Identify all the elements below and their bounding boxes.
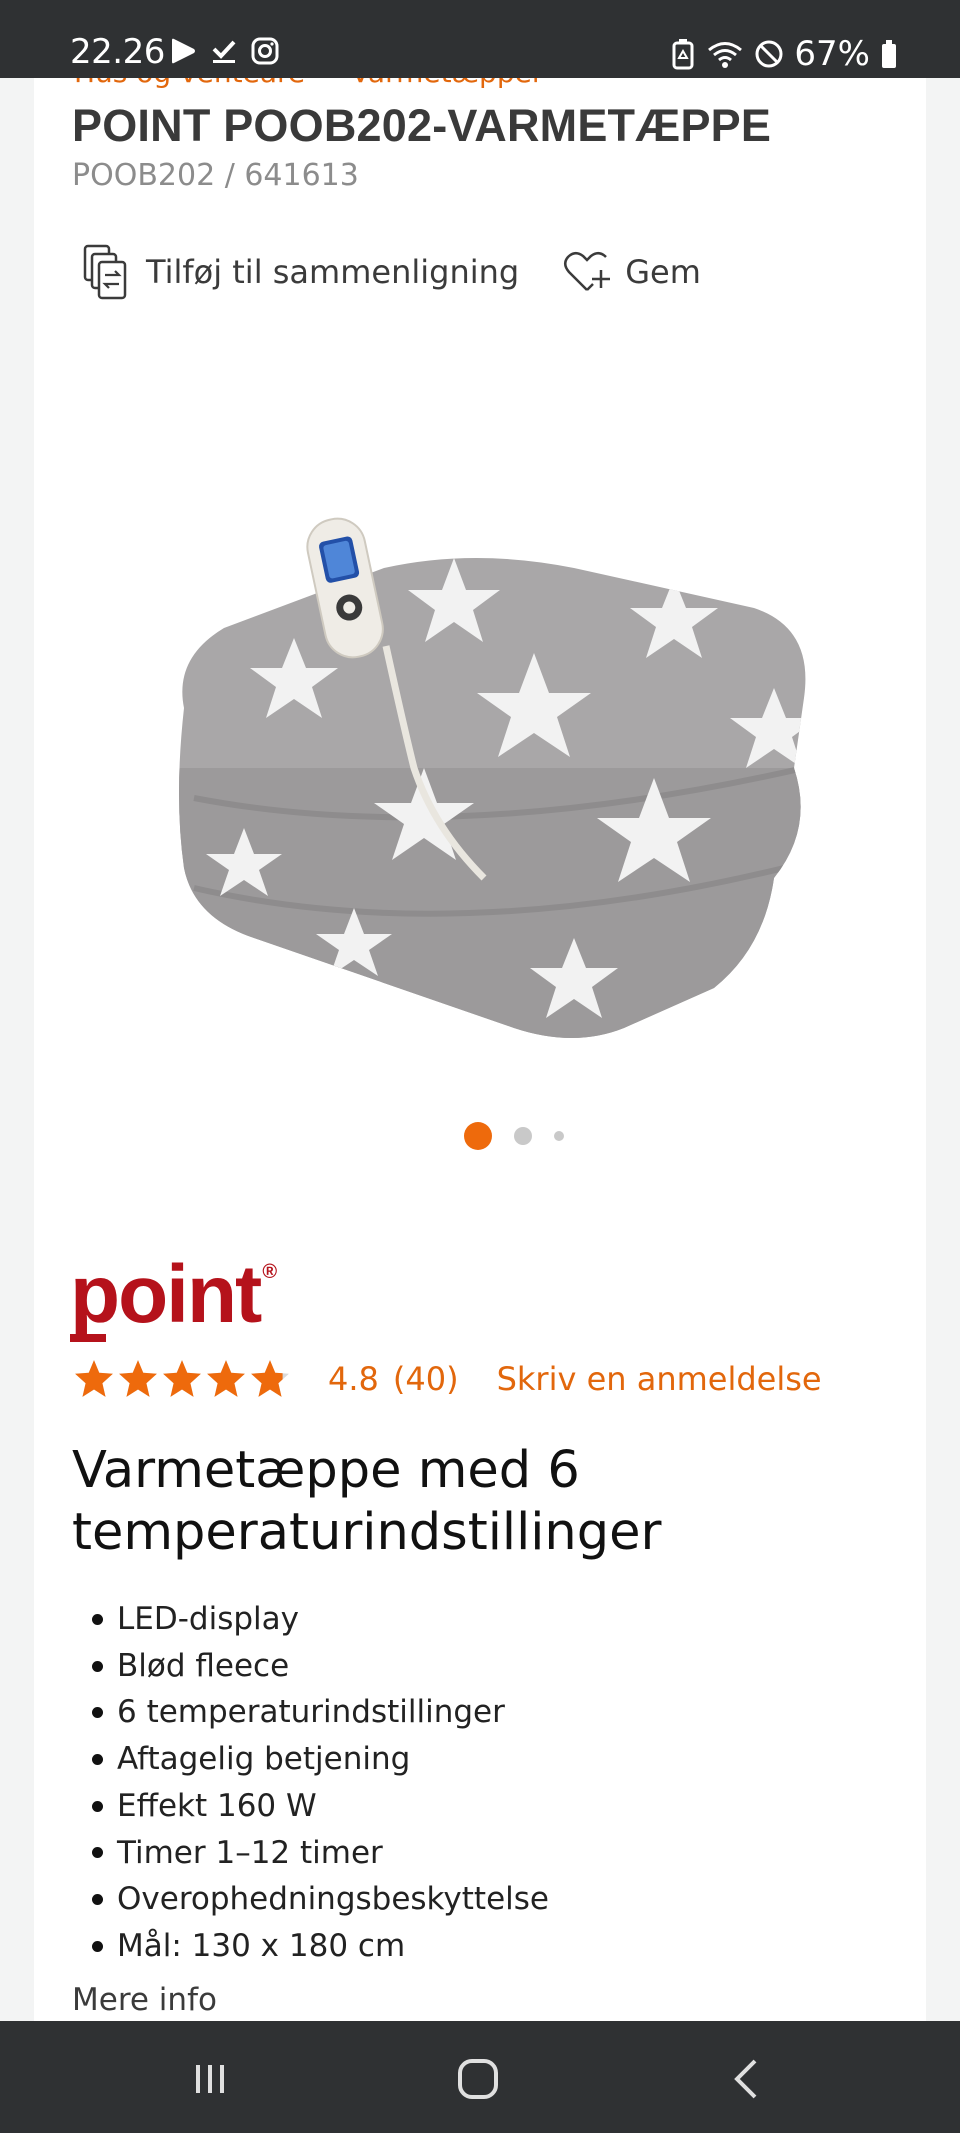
review-count[interactable]: (40) [393, 1360, 459, 1398]
instagram-icon [251, 37, 279, 65]
feature-text: 6 temperaturindstillinger [117, 1694, 505, 1731]
status-bar: 22.26 67% [0, 0, 960, 78]
status-time: 22.26 [70, 32, 165, 72]
product-headline: Varmetæppe med 6 temperaturindstillinger [72, 1441, 662, 1562]
task-check-icon [212, 40, 236, 63]
feature-item: Mål: 130 x 180 cm [74, 1923, 549, 1970]
bullet-icon [92, 1940, 103, 1952]
feature-text: Aftagelig betjening [117, 1741, 411, 1778]
breadcrumb[interactable]: Hus og venteare — Varmetæpper [74, 78, 543, 89]
product-sku: POOB202 / 641613 [72, 158, 359, 193]
feature-text: Effekt 160 W [117, 1787, 317, 1824]
brand-logo[interactable]: point ® [70, 1254, 277, 1336]
product-title: POINT POOB202-VARMETÆPPE [72, 100, 772, 151]
back-icon [734, 2059, 757, 2099]
feature-item: Aftagelig betjening [74, 1736, 549, 1783]
battery-saver-icon [672, 39, 694, 70]
feature-item: LED-display [74, 1596, 549, 1643]
feature-item: 6 temperaturindstillinger [74, 1689, 549, 1736]
play-icon [172, 38, 195, 64]
feature-text: LED-display [117, 1601, 299, 1637]
compare-icon [83, 244, 127, 300]
bullet-icon [92, 1800, 103, 1812]
navigation-bar [0, 2021, 960, 2133]
bullet-icon [92, 1613, 103, 1625]
bullet-icon [92, 1753, 103, 1765]
bullet-icon [92, 1847, 103, 1859]
star-icon [207, 1360, 245, 1397]
star-icon [75, 1360, 113, 1397]
home-button[interactable] [443, 2051, 513, 2107]
compare-label: Tilføj til sammenligning [146, 253, 520, 291]
feature-item: Effekt 160 W [74, 1783, 549, 1830]
feature-list: LED-display Blød fleece 6 temperaturindsti… [74, 1596, 549, 1970]
home-icon [458, 2059, 498, 2099]
recent-apps-button[interactable] [175, 2051, 245, 2107]
feature-text: Overophedningsbeskyttelse [117, 1881, 549, 1918]
product-card: Hus og venteare — Varmetæpper POINT POOB… [34, 78, 926, 2021]
product-actions: Tilføj til sammenligning Gem [82, 242, 701, 302]
bullet-icon [92, 1707, 103, 1719]
rating-stars[interactable] [72, 1358, 292, 1400]
back-button[interactable] [712, 2051, 782, 2107]
system-icons: 67% [670, 34, 898, 74]
rating-score: 4.8 [328, 1360, 379, 1398]
star-icon [163, 1360, 201, 1397]
star-icon [119, 1360, 157, 1397]
brand-logo-mark [70, 1334, 106, 1342]
bullet-icon [92, 1660, 103, 1672]
feature-item: Overophedningsbeskyttelse [74, 1876, 549, 1923]
feature-text: Blød fleece [117, 1647, 290, 1684]
gallery-dot-3[interactable] [554, 1131, 564, 1141]
gallery-dot-2[interactable] [514, 1127, 532, 1145]
compare-button[interactable]: Tilføj til sammenligning [82, 242, 519, 302]
wifi-icon [708, 42, 743, 68]
star-icon [251, 1360, 289, 1397]
battery-percentage: 67% [794, 34, 870, 74]
gallery-dot-1[interactable] [464, 1122, 492, 1150]
feature-item: Blød fleece [74, 1643, 549, 1690]
save-label: Gem [625, 253, 701, 291]
heart-plus-icon [564, 252, 611, 291]
feature-text: Timer 1–12 timer [117, 1834, 383, 1871]
do-not-disturb-icon [755, 40, 783, 68]
save-button[interactable]: Gem [561, 248, 701, 296]
feature-item: Timer 1–12 timer [74, 1830, 549, 1877]
notification-icons [168, 36, 280, 66]
gallery-indicator [464, 1122, 564, 1150]
more-info-link[interactable]: Mere info [72, 1982, 217, 2018]
feature-text: Mål: 130 x 180 cm [117, 1927, 406, 1964]
product-image[interactable] [154, 468, 844, 1068]
battery-icon [882, 40, 896, 68]
rating-row: 4.8 (40) Skriv en anmeldelse [72, 1358, 822, 1400]
brand-name: point [70, 1249, 262, 1340]
write-review-link[interactable]: Skriv en anmeldelse [497, 1360, 822, 1398]
bullet-icon [92, 1894, 103, 1906]
registered-mark: ® [262, 1261, 278, 1283]
recent-apps-icon [196, 2065, 224, 2093]
